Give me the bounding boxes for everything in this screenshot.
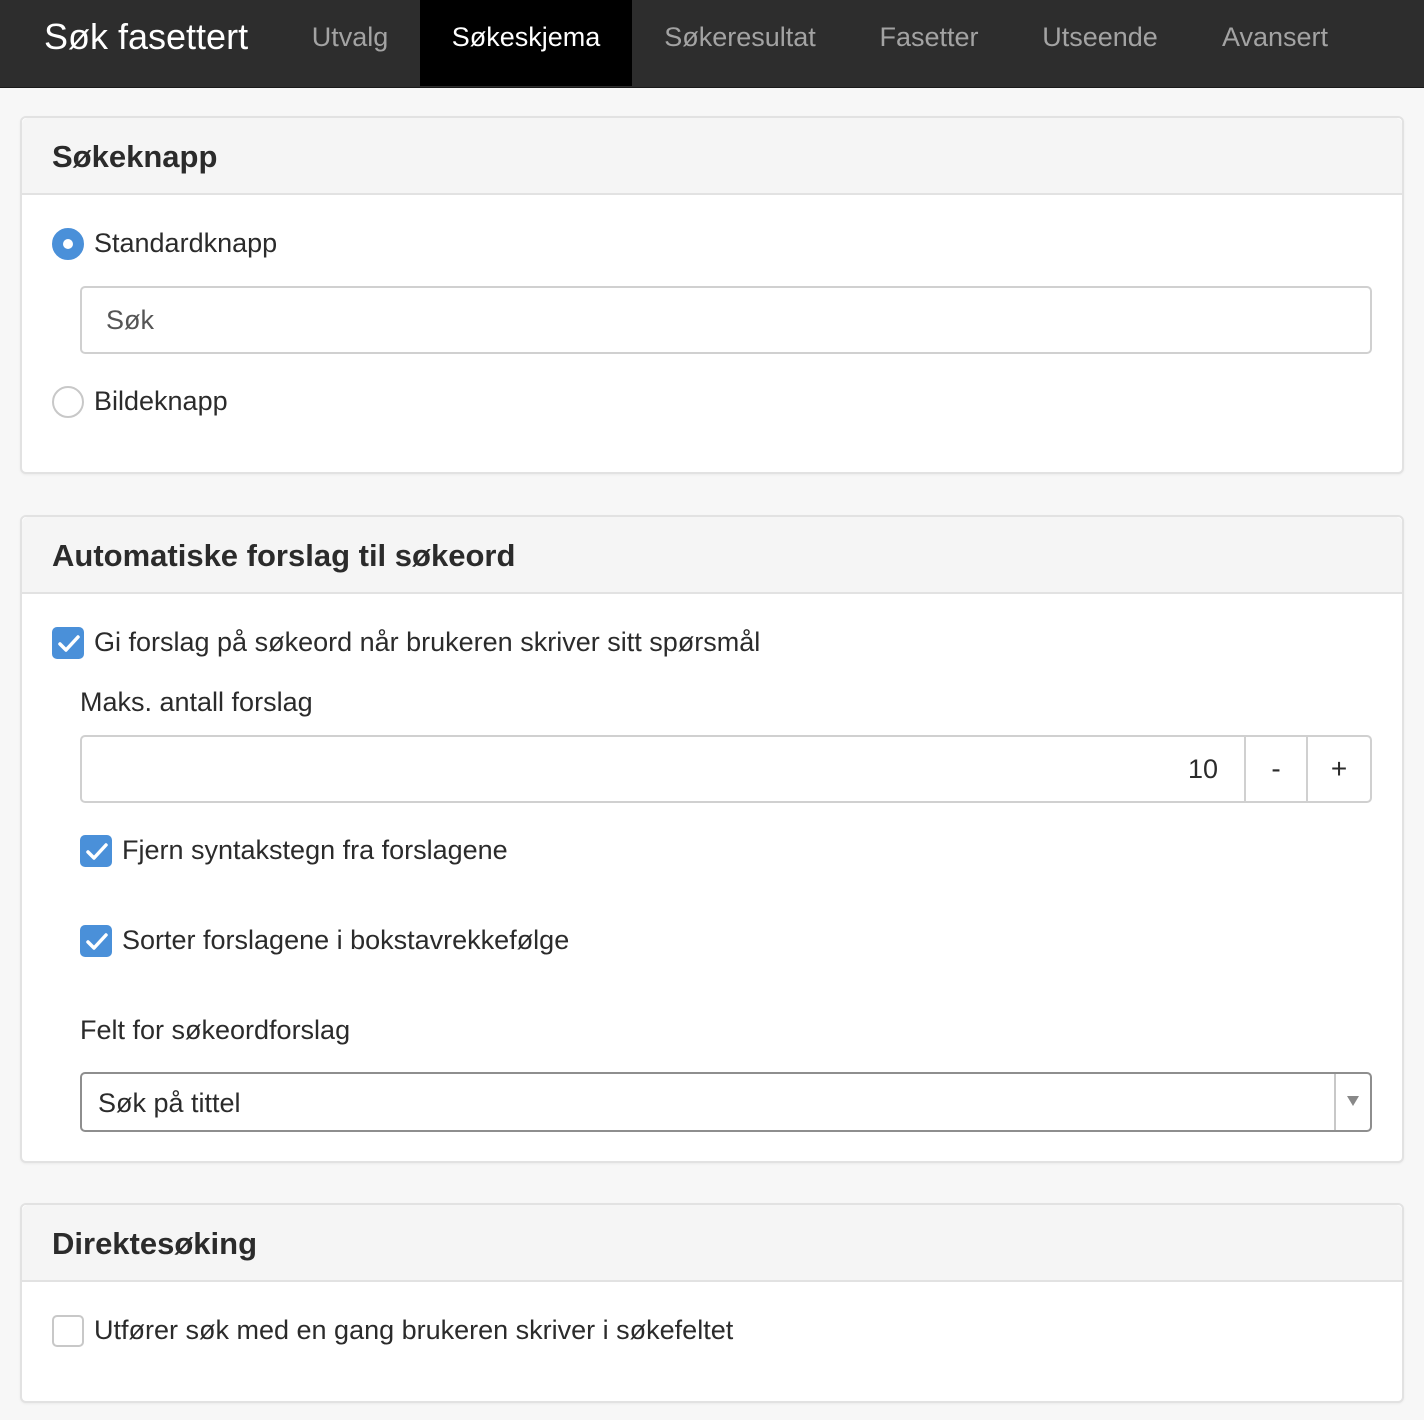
- image-button-label[interactable]: Bildeknapp: [94, 386, 228, 417]
- search-button-panel: Søkeknapp Standardknapp Bildeknapp: [20, 116, 1404, 474]
- instant-search-checkbox[interactable]: [52, 1315, 84, 1347]
- strip-syntax-label[interactable]: Fjern syntakstegn fra forslagene: [122, 835, 508, 866]
- check-icon: [86, 843, 108, 860]
- check-icon: [58, 635, 80, 652]
- instant-search-label[interactable]: Utfører søk med en gang brukeren skriver…: [94, 1315, 733, 1346]
- tab-sokeresultat[interactable]: Søkeresultat: [642, 0, 838, 86]
- tab-avansert[interactable]: Avansert: [1200, 0, 1350, 86]
- enable-suggest-checkbox[interactable]: [52, 627, 84, 659]
- sort-alpha-checkbox[interactable]: [80, 925, 112, 957]
- decrement-button[interactable]: -: [1244, 737, 1306, 801]
- standard-button-label[interactable]: Standardknapp: [94, 228, 277, 259]
- increment-button[interactable]: +: [1306, 737, 1370, 801]
- max-suggestions-label: Maks. antall forslag: [80, 687, 313, 717]
- panel-heading: Automatiske forslag til søkeord: [22, 517, 1402, 594]
- chevron-down-icon[interactable]: [1334, 1074, 1370, 1130]
- strip-syntax-checkbox[interactable]: [80, 835, 112, 867]
- sort-alpha-label[interactable]: Sorter forslagene i bokstavrekkefølge: [122, 925, 569, 956]
- autosuggest-panel: Automatiske forslag til søkeord Gi forsl…: [20, 515, 1404, 1163]
- max-suggestions-input[interactable]: [342, 737, 1242, 801]
- panel-heading: Søkeknapp: [22, 118, 1402, 195]
- enable-suggest-label[interactable]: Gi forslag på søkeord når brukeren skriv…: [94, 627, 760, 658]
- tab-utvalg[interactable]: Utvalg: [290, 0, 410, 86]
- suggest-field-label: Felt for søkeordforslag: [80, 1015, 351, 1045]
- standard-button-radio[interactable]: [52, 228, 84, 260]
- suggest-field-selected: Søk på tittel: [98, 1088, 241, 1118]
- direct-search-panel: Direktesøking Utfører søk med en gang br…: [20, 1203, 1404, 1403]
- suggest-field-select[interactable]: Søk på tittel: [80, 1072, 1372, 1132]
- panel-heading: Direktesøking: [22, 1205, 1402, 1282]
- tab-sokeskjema[interactable]: Søkeskjema: [420, 0, 632, 86]
- image-button-radio[interactable]: [52, 386, 84, 418]
- top-navbar: Søk fasettert Utvalg Søkeskjema Søkeresu…: [0, 0, 1424, 88]
- tab-utseende[interactable]: Utseende: [1020, 0, 1180, 86]
- button-text-input[interactable]: [80, 286, 1372, 354]
- check-icon: [86, 933, 108, 950]
- tab-fasetter[interactable]: Fasetter: [858, 0, 1000, 86]
- app-title[interactable]: Søk fasettert: [44, 0, 248, 88]
- max-suggestions-stepper[interactable]: - +: [80, 735, 1372, 803]
